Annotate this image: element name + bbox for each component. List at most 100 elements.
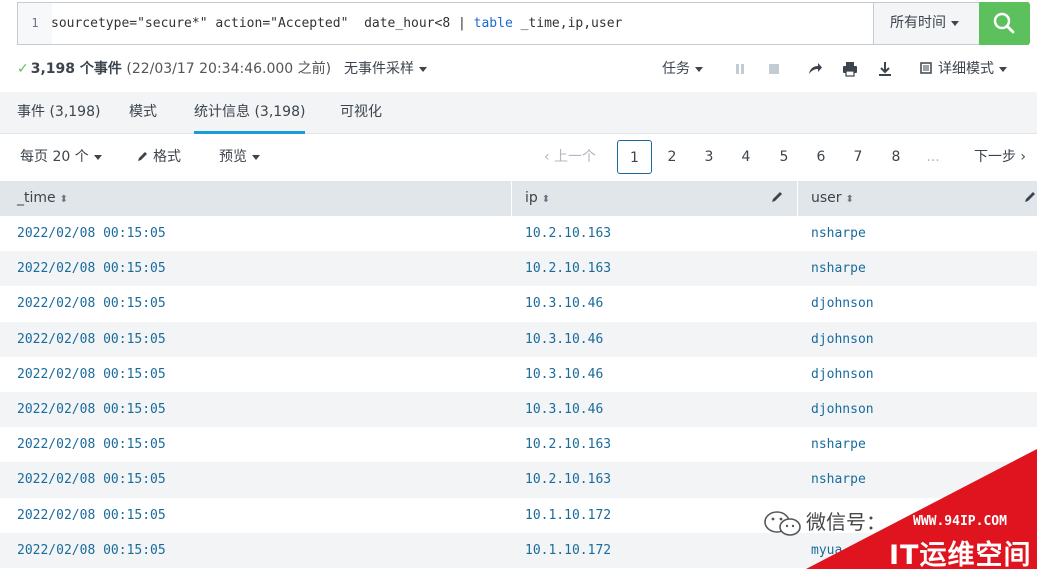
chevron-down-icon	[252, 154, 260, 160]
tab-patterns[interactable]: 模式	[129, 92, 157, 134]
search-input[interactable]: sourcetype="secure*" action="Accepted" d…	[51, 3, 622, 44]
page-ellipsis: ...	[926, 149, 940, 165]
page-button-7[interactable]: 7	[848, 140, 868, 174]
job-label: 任务	[662, 61, 690, 77]
time-range-label: 所有时间	[890, 15, 946, 31]
time-cell[interactable]: 2022/02/08 00:15:05	[17, 498, 166, 533]
column-divider	[797, 181, 798, 216]
query-fields: _time,ip,user	[512, 16, 623, 31]
user-cell[interactable]: nsharpe	[811, 251, 866, 286]
ip-cell[interactable]: 10.1.10.172	[525, 533, 611, 568]
edit-column-icon[interactable]	[770, 190, 784, 204]
chevron-down-icon	[999, 66, 1007, 72]
time-cell[interactable]: 2022/02/08 00:15:05	[17, 392, 166, 427]
sampling-label: 无事件采样	[344, 61, 414, 77]
pause-icon[interactable]	[731, 60, 749, 78]
ip-cell[interactable]: 10.1.10.172	[525, 498, 611, 533]
table-row: 2022/02/08 00:15:05 10.2.10.163 nsharpe	[0, 462, 1037, 498]
time-cell[interactable]: 2022/02/08 00:15:05	[17, 251, 166, 286]
sampling-dropdown[interactable]: 无事件采样	[344, 58, 427, 80]
job-menu[interactable]: 任务	[662, 58, 703, 80]
search-icon	[993, 12, 1015, 34]
stop-icon[interactable]	[765, 60, 783, 78]
time-cell[interactable]: 2022/02/08 00:15:05	[17, 322, 166, 357]
time-cell[interactable]: 2022/02/08 00:15:05	[17, 357, 166, 392]
line-number: 1	[18, 3, 52, 44]
ip-cell[interactable]: 10.2.10.163	[525, 251, 611, 286]
search-button[interactable]	[979, 2, 1030, 45]
preview-dropdown[interactable]: 预览	[219, 146, 260, 168]
search-mode-dropdown[interactable]: 详细模式	[920, 58, 1007, 80]
wechat-label: 微信号：	[806, 510, 886, 534]
query-text: sourcetype="secure*" action="Accepted" d…	[51, 16, 474, 31]
sort-icon: ⬍	[541, 194, 551, 205]
query-keyword: table	[473, 16, 513, 31]
results-tabs: 事件 (3,198) 模式 统计信息 (3,198) 可视化	[0, 92, 1037, 134]
next-page-button[interactable]: 下一步 ›	[967, 140, 1033, 174]
column-label: ip	[525, 190, 538, 206]
page-button-3[interactable]: 3	[699, 140, 719, 174]
wechat-icon	[764, 510, 801, 536]
page-button-1[interactable]: 1	[617, 140, 652, 174]
table-row: 2022/02/08 00:15:05 10.3.10.46 djohnson	[0, 321, 1037, 357]
job-status: ✓ 3,198 个事件 (22/03/17 20:34:46.000 之前)	[17, 58, 331, 80]
ip-cell[interactable]: 10.2.10.163	[525, 216, 611, 251]
column-header-ip[interactable]: ip ⬍	[525, 181, 550, 216]
time-cell[interactable]: 2022/02/08 00:15:05	[17, 427, 166, 462]
user-cell[interactable]: djohnson	[811, 392, 874, 427]
page-button-6[interactable]: 6	[811, 140, 831, 174]
user-cell[interactable]: djohnson	[811, 322, 874, 357]
table-row: 2022/02/08 00:15:05 10.3.10.46 djohnson	[0, 356, 1037, 392]
prev-page-button[interactable]: ‹ 上一个	[537, 140, 603, 174]
watermark-url: WWW.94IP.COM	[913, 514, 1007, 529]
time-cell[interactable]: 2022/02/08 00:15:05	[17, 462, 166, 497]
share-icon[interactable]	[806, 60, 824, 78]
user-cell[interactable]: djohnson	[811, 286, 874, 321]
table-row: 2022/02/08 00:15:05 10.3.10.46 djohnson	[0, 392, 1037, 428]
ip-cell[interactable]: 10.3.10.46	[525, 322, 603, 357]
user-cell[interactable]: nsharpe	[811, 427, 866, 462]
tab-events[interactable]: 事件 (3,198)	[17, 92, 100, 134]
search-bar: 1 sourcetype="secure*" action="Accepted"…	[17, 2, 1030, 45]
page-button-5[interactable]: 5	[774, 140, 794, 174]
format-button[interactable]: 格式	[137, 146, 181, 168]
edit-column-icon[interactable]	[1023, 190, 1037, 204]
per-page-dropdown[interactable]: 每页 20 个	[20, 146, 102, 168]
time-cell[interactable]: 2022/02/08 00:15:05	[17, 533, 166, 568]
ip-cell[interactable]: 10.3.10.46	[525, 286, 603, 321]
ip-cell[interactable]: 10.3.10.46	[525, 357, 603, 392]
preview-label: 预览	[219, 149, 247, 165]
chevron-down-icon	[951, 20, 959, 26]
column-header-user[interactable]: user ⬍	[811, 181, 854, 216]
column-divider	[511, 181, 512, 216]
chevron-down-icon	[695, 66, 703, 72]
page-button-8[interactable]: 8	[886, 140, 906, 174]
column-label: _time	[17, 190, 56, 206]
chevron-down-icon	[419, 66, 427, 72]
page-button-2[interactable]: 2	[662, 140, 682, 174]
ip-cell[interactable]: 10.2.10.163	[525, 462, 611, 497]
table-row: 2022/02/08 00:15:05 10.2.10.163 nsharpe	[0, 427, 1037, 463]
ip-cell[interactable]: 10.2.10.163	[525, 427, 611, 462]
user-cell[interactable]: nsharpe	[811, 462, 866, 497]
page-button-4[interactable]: 4	[736, 140, 756, 174]
user-cell[interactable]: djohnson	[811, 357, 874, 392]
time-cell[interactable]: 2022/02/08 00:15:05	[17, 216, 166, 251]
wechat-watermark: 微信号：	[762, 505, 886, 539]
tab-statistics[interactable]: 统计信息 (3,198)	[194, 92, 306, 134]
job-time: (22/03/17 20:34:46.000 之前)	[126, 61, 332, 77]
tab-visualization[interactable]: 可视化	[340, 92, 382, 134]
print-icon[interactable]	[841, 60, 859, 78]
sort-icon: ⬍	[59, 194, 69, 205]
table-row: 2022/02/08 00:15:05 10.2.10.163 nsharpe	[0, 251, 1037, 287]
user-cell[interactable]: nsharpe	[811, 216, 866, 251]
chevron-down-icon	[93, 154, 102, 160]
time-cell[interactable]: 2022/02/08 00:15:05	[17, 286, 166, 321]
pencil-icon	[138, 152, 147, 161]
column-header-time[interactable]: _time ⬍	[17, 181, 68, 216]
format-label: 格式	[153, 149, 181, 165]
time-range-picker[interactable]: 所有时间	[873, 3, 979, 44]
event-count: 3,198 个事件	[30, 61, 122, 77]
download-icon[interactable]	[876, 60, 894, 78]
ip-cell[interactable]: 10.3.10.46	[525, 392, 603, 427]
